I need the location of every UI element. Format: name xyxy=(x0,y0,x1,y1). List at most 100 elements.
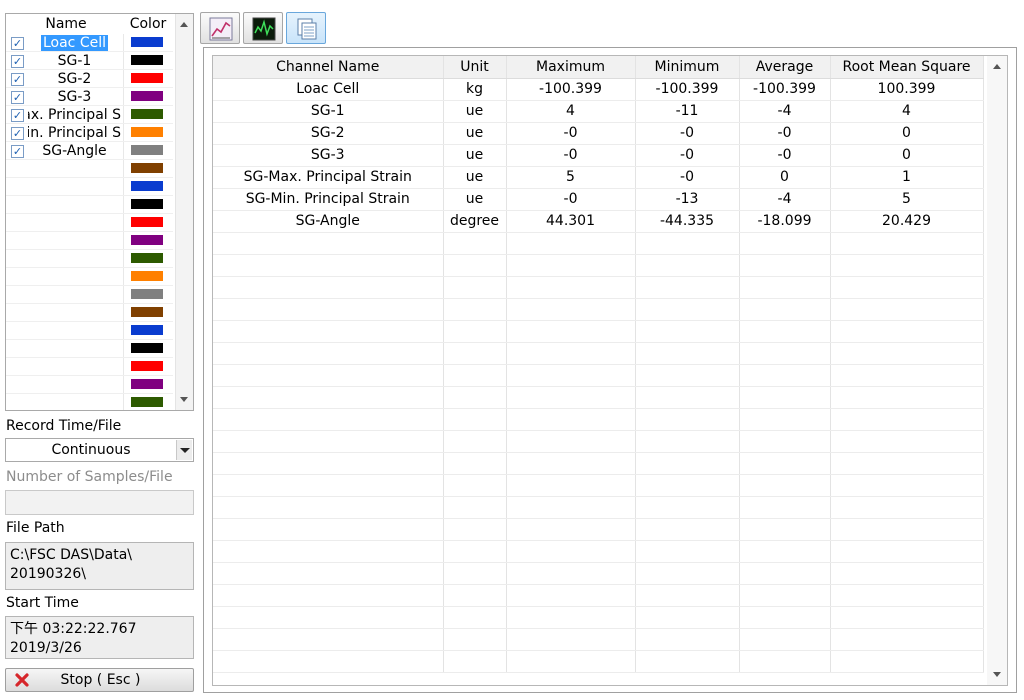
table-view-button[interactable] xyxy=(286,12,326,44)
color-swatch[interactable] xyxy=(131,271,163,281)
table-cell: -0 xyxy=(635,166,740,189)
table-row[interactable] xyxy=(213,518,984,541)
column-header[interactable]: Channel Name xyxy=(213,56,444,79)
channel-list[interactable]: Name Color ✓ Loac Cell ✓ SG-1 ✓ SG-2 ✓ SG-3 ✓ ax.… xyxy=(5,13,194,411)
color-swatch[interactable] xyxy=(131,253,163,263)
table-row[interactable] xyxy=(213,386,984,409)
color-swatch[interactable] xyxy=(131,73,163,83)
color-swatch[interactable] xyxy=(131,55,163,65)
channel-row[interactable]: ✓ SG-3 xyxy=(6,88,173,106)
scroll-up-arrow-icon[interactable] xyxy=(180,22,188,27)
table-row[interactable] xyxy=(213,584,984,607)
column-header[interactable]: Minimum xyxy=(635,56,740,79)
channel-checkbox[interactable]: ✓ xyxy=(11,37,24,50)
table-row[interactable] xyxy=(213,628,984,651)
channel-name[interactable]: SG-3 xyxy=(28,88,121,106)
table-row[interactable]: SG-2 ue -0 -0 -0 0 xyxy=(213,122,984,145)
table-row[interactable] xyxy=(213,540,984,563)
table-row[interactable] xyxy=(213,452,984,475)
channel-checkbox[interactable]: ✓ xyxy=(11,55,24,68)
channel-checkbox[interactable]: ✓ xyxy=(11,109,24,122)
table-row[interactable] xyxy=(213,562,984,585)
channel-name[interactable]: lin. Principal S xyxy=(28,124,121,142)
color-swatch[interactable] xyxy=(131,217,163,227)
column-header[interactable]: Root Mean Square xyxy=(830,56,984,79)
table-row[interactable]: SG-Min. Principal Strain ue -0 -13 -4 5 xyxy=(213,188,984,211)
table-cell xyxy=(506,232,636,255)
table-cell: -13 xyxy=(635,188,740,211)
column-header[interactable]: Maximum xyxy=(506,56,636,79)
color-swatch[interactable] xyxy=(131,181,163,191)
table-row[interactable] xyxy=(213,298,984,321)
table-row[interactable]: SG-3 ue -0 -0 -0 0 xyxy=(213,144,984,167)
channel-row[interactable]: ✓ Loac Cell xyxy=(6,34,173,52)
table-row[interactable]: SG-Max. Principal Strain ue 5 -0 0 1 xyxy=(213,166,984,189)
scroll-down-arrow-icon[interactable] xyxy=(993,672,1001,677)
color-swatch[interactable] xyxy=(131,307,163,317)
table-cell xyxy=(213,650,444,673)
color-swatch[interactable] xyxy=(131,109,163,119)
table-row[interactable] xyxy=(213,650,984,673)
dropdown-button[interactable] xyxy=(176,440,192,460)
channel-row[interactable]: ✓ SG-2 xyxy=(6,70,173,88)
channel-list-header: Name Color xyxy=(6,14,178,34)
channel-row[interactable]: ✓ lin. Principal S xyxy=(6,124,173,142)
table-row[interactable] xyxy=(213,364,984,387)
color-swatch[interactable] xyxy=(131,145,163,155)
scroll-down-arrow-icon[interactable] xyxy=(180,397,188,402)
channel-checkbox[interactable]: ✓ xyxy=(11,91,24,104)
table-row[interactable] xyxy=(213,232,984,255)
color-swatch[interactable] xyxy=(131,361,163,371)
table-row[interactable]: Loac Cell kg -100.399 -100.399 -100.399 100.3… xyxy=(213,78,984,101)
table-scrollbar[interactable] xyxy=(987,56,1007,685)
column-header[interactable]: Average xyxy=(739,56,831,79)
statistics-grid[interactable]: Channel Name Unit Maximum Minimum Average Roo… xyxy=(212,55,1008,686)
table-row[interactable] xyxy=(213,474,984,497)
channel-row[interactable]: ✓ SG-Angle xyxy=(6,142,173,160)
channel-name[interactable]: SG-1 xyxy=(28,52,121,70)
table-cell xyxy=(506,430,636,453)
color-swatch[interactable] xyxy=(131,199,163,209)
channel-name[interactable]: Loac Cell xyxy=(28,34,121,52)
table-cell xyxy=(443,386,507,409)
table-row[interactable] xyxy=(213,496,984,519)
channel-checkbox[interactable]: ✓ xyxy=(11,127,24,140)
table-row[interactable] xyxy=(213,276,984,299)
color-swatch[interactable] xyxy=(131,235,163,245)
samples-per-file-input[interactable] xyxy=(5,490,194,515)
chart-view-button[interactable] xyxy=(200,12,240,44)
table-row[interactable]: SG-Angle degree 44.301 -44.335 -18.099 20.429 xyxy=(213,210,984,233)
channel-list-scrollbar[interactable] xyxy=(175,14,193,410)
channel-row[interactable]: ✓ SG-1 xyxy=(6,52,173,70)
table-cell xyxy=(739,540,831,563)
channel-checkbox[interactable]: ✓ xyxy=(11,73,24,86)
color-swatch[interactable] xyxy=(131,37,163,47)
stop-button[interactable]: Stop ( Esc ) xyxy=(5,668,194,692)
table-row[interactable]: SG-1 ue 4 -11 -4 4 xyxy=(213,100,984,123)
channel-name[interactable]: SG-Angle xyxy=(28,142,121,160)
color-swatch[interactable] xyxy=(131,91,163,101)
color-swatch[interactable] xyxy=(131,343,163,353)
color-swatch[interactable] xyxy=(131,163,163,173)
color-swatch[interactable] xyxy=(131,397,163,407)
table-row[interactable] xyxy=(213,430,984,453)
table-cell xyxy=(443,540,507,563)
table-row[interactable] xyxy=(213,606,984,629)
column-header[interactable]: Unit xyxy=(443,56,507,79)
color-swatch[interactable] xyxy=(131,379,163,389)
table-row[interactable] xyxy=(213,342,984,365)
color-swatch[interactable] xyxy=(131,289,163,299)
oscilloscope-view-button[interactable] xyxy=(243,12,283,44)
channel-row[interactable]: ✓ ax. Principal S xyxy=(6,106,173,124)
table-cell xyxy=(213,584,444,607)
channel-name[interactable]: SG-2 xyxy=(28,70,121,88)
record-time-dropdown[interactable]: Continuous xyxy=(5,438,194,462)
table-row[interactable] xyxy=(213,408,984,431)
scroll-up-arrow-icon[interactable] xyxy=(993,64,1001,69)
color-swatch[interactable] xyxy=(131,127,163,137)
table-row[interactable] xyxy=(213,254,984,277)
channel-name[interactable]: ax. Principal S xyxy=(28,106,121,124)
color-swatch[interactable] xyxy=(131,325,163,335)
table-row[interactable] xyxy=(213,320,984,343)
channel-checkbox[interactable]: ✓ xyxy=(11,145,24,158)
